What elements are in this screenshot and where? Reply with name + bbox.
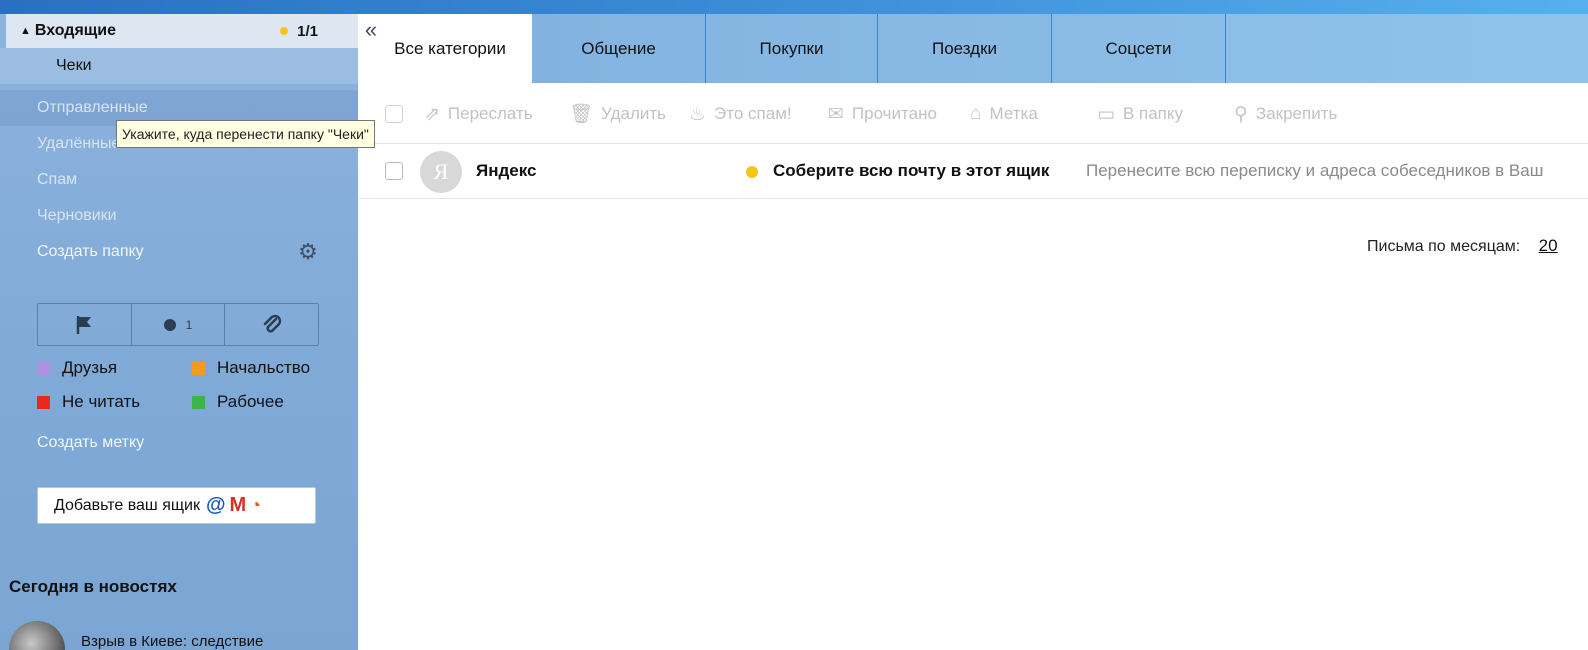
- label-color-swatch: [192, 361, 205, 375]
- label-color-swatch: [37, 361, 50, 375]
- folder-receipts[interactable]: Чеки: [0, 48, 358, 84]
- category-tabs: Все категории Общение Покупки Поездки Со…: [358, 14, 1226, 83]
- mark-read-label: Прочитано: [851, 104, 937, 123]
- message-preview[interactable]: Перенесите всю переписку и адреса собесе…: [1086, 161, 1588, 181]
- label-name: Рабочее: [217, 392, 284, 411]
- flag-icon: [77, 315, 92, 334]
- message-checkbox[interactable]: [385, 162, 403, 180]
- select-all-checkbox[interactable]: [385, 105, 403, 123]
- move-to-folder-button[interactable]: ▭ В папку: [1097, 101, 1183, 127]
- label-boss[interactable]: Начальство: [192, 358, 310, 378]
- outlook-ring-icon: ◔: [250, 495, 262, 515]
- folder-spam[interactable]: Спам: [0, 162, 358, 198]
- mail-provider-icons: @ M ◔: [206, 494, 265, 517]
- filter-flagged[interactable]: [38, 304, 132, 345]
- tab-trips[interactable]: Поездки: [878, 14, 1052, 83]
- forward-button[interactable]: ⇗ Переслать: [424, 101, 533, 127]
- folder-inbox[interactable]: ▲ Входящие 1/1: [6, 14, 358, 48]
- folder-inbox-label: Входящие: [34, 22, 117, 39]
- delete-label: Удалить: [601, 104, 667, 123]
- news-heading: Сегодня в новостях: [9, 577, 177, 596]
- folder-icon: ▭: [1097, 103, 1115, 125]
- label-color-swatch: [192, 395, 205, 409]
- envelope-open-icon: ✉: [828, 103, 844, 125]
- label-name: Начальство: [217, 358, 311, 377]
- at-sign-icon: @: [205, 494, 226, 516]
- mark-read-button[interactable]: ✉ Прочитано: [828, 101, 937, 127]
- filter-unread[interactable]: 1: [132, 304, 226, 345]
- create-label-link[interactable]: Создать метку: [37, 434, 144, 452]
- unread-filter-count: 1: [185, 317, 193, 332]
- collapse-triangle-icon[interactable]: ▲: [20, 25, 31, 37]
- top-header-bar: [0, 0, 1588, 14]
- news-thumbnail[interactable]: [9, 621, 65, 650]
- pin-label: Закрепить: [1255, 104, 1338, 123]
- unread-dot-icon[interactable]: [280, 27, 288, 35]
- gear-icon[interactable]: ⚙: [296, 239, 320, 264]
- label-do-not-read[interactable]: Не читать: [37, 392, 140, 412]
- spam-label: Это спам!: [714, 104, 792, 123]
- unread-dot-icon[interactable]: [746, 166, 758, 178]
- paperclip-icon: [263, 314, 281, 333]
- archive-label: Письма по месяцам:: [1367, 238, 1521, 255]
- sender-avatar[interactable]: Я: [420, 151, 462, 193]
- folder-drafts[interactable]: Черновики: [0, 198, 358, 234]
- label-friends[interactable]: Друзья: [37, 358, 117, 378]
- forward-icon: ⇗: [424, 103, 440, 125]
- label-button[interactable]: ⌂ Метка: [970, 101, 1038, 127]
- message-row[interactable]: Я Яндекс Соберите всю почту в этот ящик …: [358, 144, 1588, 199]
- label-color-swatch: [37, 395, 50, 409]
- tag-icon: ⌂: [970, 103, 982, 124]
- fire-icon: ♨: [689, 103, 707, 125]
- trash-icon: 🗑: [569, 104, 594, 125]
- tab-social[interactable]: Общение: [532, 14, 706, 83]
- quick-filters: 1: [37, 303, 319, 346]
- sidebar: ▲ Входящие 1/1 Чеки Отправленные Удалённ…: [0, 14, 358, 650]
- add-mailbox-label: Добавьте ваш ящик: [54, 496, 200, 514]
- gmail-icon: M: [229, 494, 247, 516]
- spam-button[interactable]: ♨ Это спам!: [689, 101, 792, 127]
- unread-dot-icon: [163, 318, 176, 331]
- tooltip: Укажите, куда перенести папку "Чеки": [116, 120, 375, 148]
- archive-year-link[interactable]: 20: [1539, 236, 1558, 255]
- filter-attachments[interactable]: [225, 304, 318, 345]
- tab-social-networks[interactable]: Соцсети: [1052, 14, 1226, 83]
- toolbar: ⇗ Переслать 🗑 Удалить ♨ Это спам! ✉ Проч…: [358, 83, 1588, 144]
- tab-all-categories[interactable]: Все категории: [358, 14, 532, 83]
- message-subject[interactable]: Соберите всю почту в этот ящик: [773, 161, 1049, 181]
- label-work[interactable]: Рабочее: [192, 392, 284, 412]
- add-mailbox-button[interactable]: Добавьте ваш ящик @ M ◔: [37, 487, 316, 524]
- message-sender[interactable]: Яндекс: [476, 161, 536, 181]
- label-name: Друзья: [62, 358, 118, 377]
- pin-button[interactable]: ⚲ Закрепить: [1234, 101, 1337, 127]
- archive-by-month: Письма по месяцам: 20: [1367, 236, 1558, 256]
- pin-icon: ⚲: [1234, 103, 1248, 125]
- delete-button[interactable]: 🗑 Удалить: [569, 101, 666, 127]
- inbox-count: 1/1: [297, 22, 318, 40]
- forward-label: Переслать: [447, 104, 533, 123]
- news-headline[interactable]: Взрыв в Киеве: следствие: [81, 633, 263, 650]
- tab-shopping[interactable]: Покупки: [706, 14, 878, 83]
- collapse-sidebar-icon[interactable]: «: [358, 14, 384, 46]
- label-button-label: Метка: [989, 104, 1038, 123]
- label-name: Не читать: [62, 392, 141, 411]
- move-to-folder-label: В папку: [1122, 104, 1184, 123]
